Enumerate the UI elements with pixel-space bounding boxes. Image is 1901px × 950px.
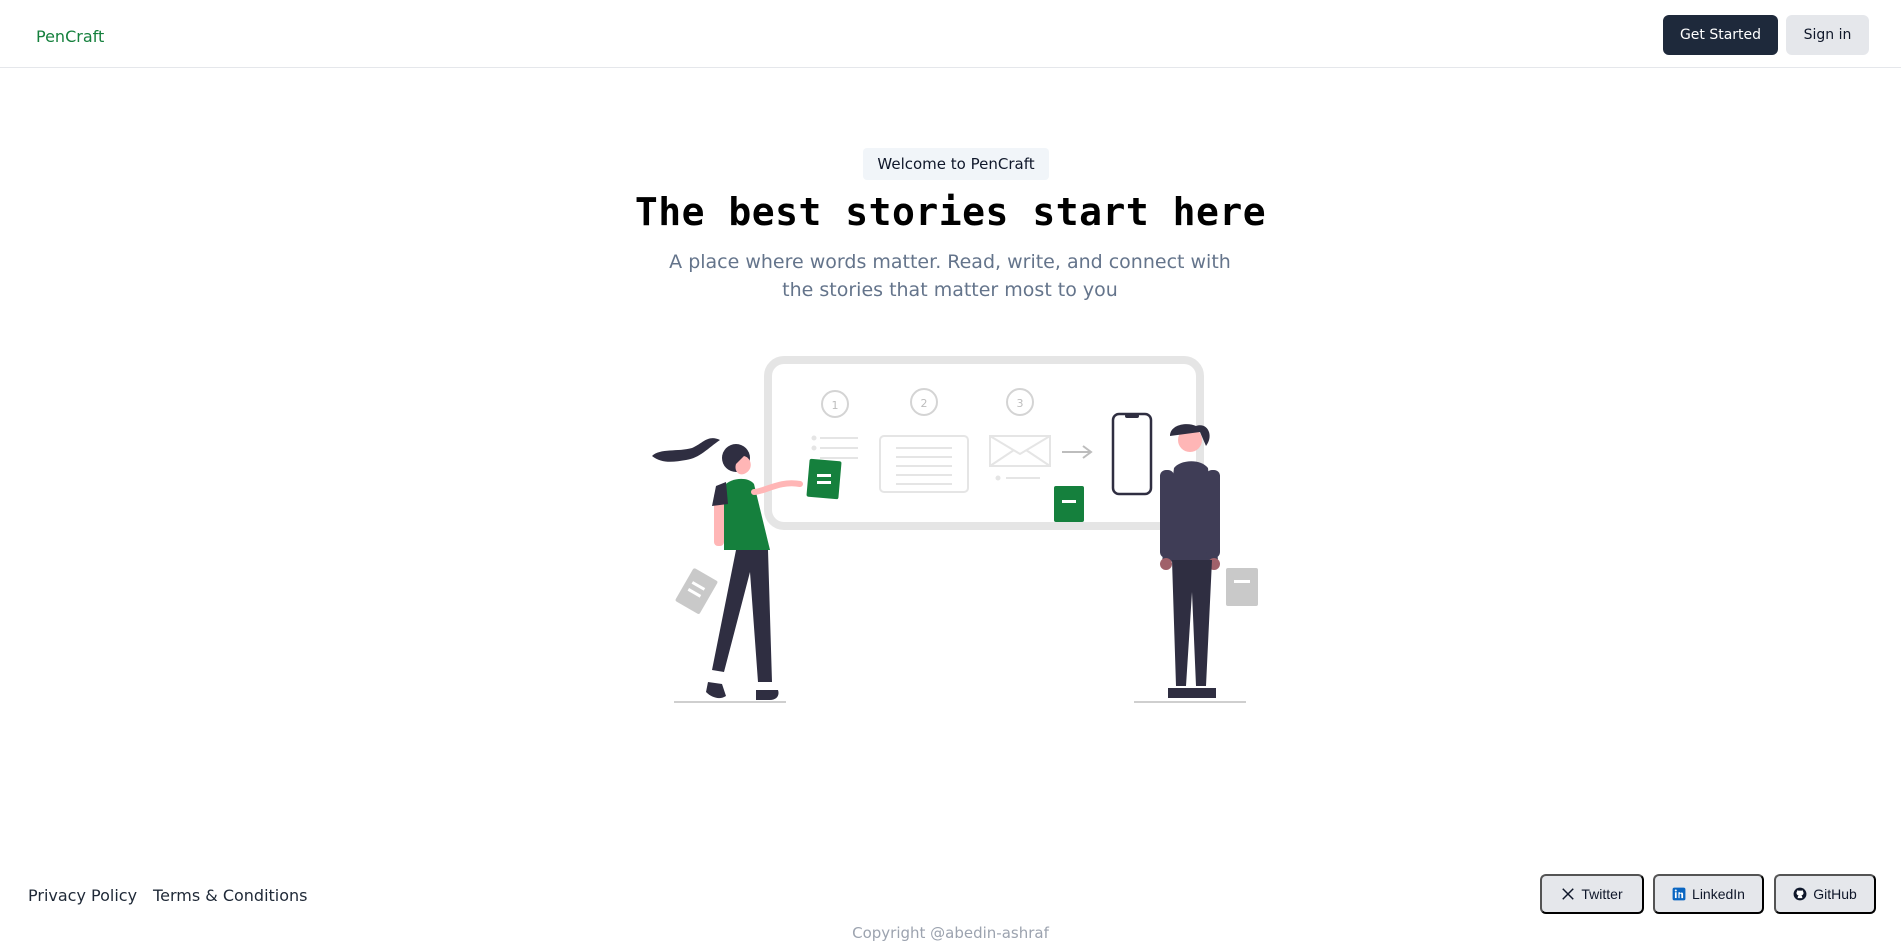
gray-document-icon <box>675 568 718 614</box>
document-preview-icon <box>879 435 969 493</box>
twitter-button[interactable]: Twitter <box>1540 874 1644 914</box>
hero-subtitle: A place where words matter. Read, write,… <box>669 251 1231 301</box>
top-navbar: PenCraft Get Started Sign in <box>0 0 1901 68</box>
privacy-policy-link[interactable]: Privacy Policy <box>28 886 137 905</box>
github-icon <box>1793 887 1807 901</box>
brand-logo[interactable]: PenCraft <box>36 27 104 46</box>
github-label: GitHub <box>1813 886 1857 902</box>
man-figure <box>1134 424 1258 703</box>
list-lines-icon <box>811 435 858 459</box>
hero-illustration: 1 2 3 <box>640 352 1270 708</box>
twitter-label: Twitter <box>1581 886 1623 902</box>
phone-icon <box>1111 412 1153 496</box>
linkedin-button[interactable]: LinkedIn <box>1653 874 1764 914</box>
x-icon <box>1562 888 1575 900</box>
gray-document-icon <box>1226 568 1258 606</box>
copyright-text: Copyright @abedin-ashraf <box>852 924 1049 942</box>
linkedin-label: LinkedIn <box>1692 886 1745 902</box>
terms-conditions-link[interactable]: Terms & Conditions <box>153 886 307 905</box>
hero-illustration-svg: 1 2 3 <box>652 356 1258 703</box>
step-3-label: 3 <box>1017 397 1024 410</box>
hero-title: The best stories start here <box>634 190 1267 234</box>
document-card-icon-2 <box>1054 486 1084 522</box>
woman-figure <box>652 438 803 703</box>
get-started-button[interactable]: Get Started <box>1663 15 1778 55</box>
step-2-label: 2 <box>921 397 928 410</box>
linkedin-icon <box>1672 887 1686 901</box>
envelope-icon <box>989 435 1051 481</box>
document-card-icon-1 <box>806 458 842 500</box>
welcome-badge: Welcome to PenCraft <box>863 148 1049 180</box>
footer-links: Privacy Policy Terms & Conditions <box>28 886 308 905</box>
sign-in-button[interactable]: Sign in <box>1786 15 1869 55</box>
step-1-label: 1 <box>832 399 839 412</box>
github-button[interactable]: GitHub <box>1774 874 1876 914</box>
arrow-right-icon <box>1062 445 1093 459</box>
